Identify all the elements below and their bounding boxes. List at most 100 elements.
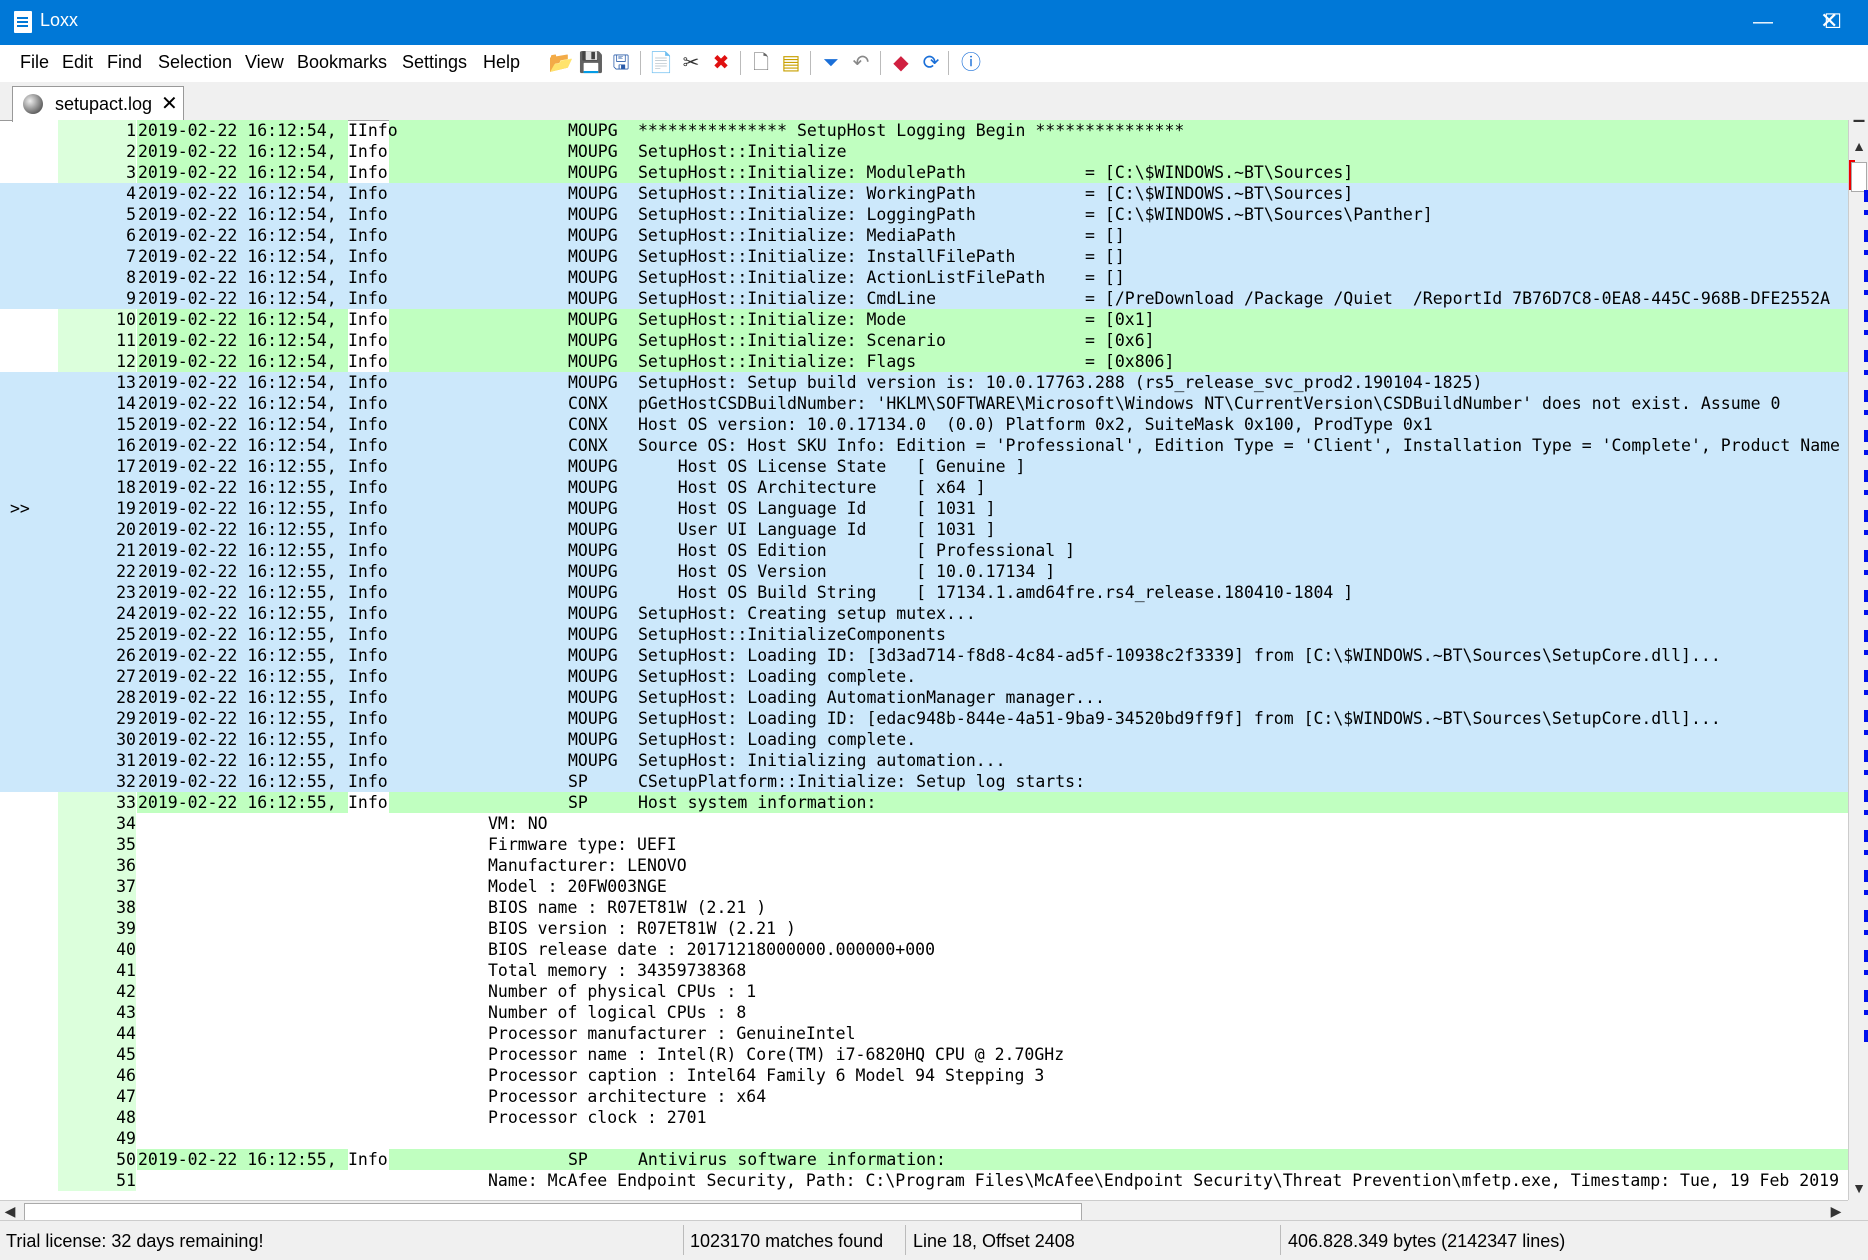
vertical-scroll-thumb[interactable]: [1851, 162, 1867, 192]
menu-file[interactable]: File: [20, 52, 49, 73]
log-line[interactable]: 47 Processor architecture : x64: [0, 1086, 1848, 1107]
bookmark-gutter[interactable]: [0, 477, 58, 498]
info-icon[interactable]: ⓘ: [958, 50, 984, 76]
minimize-button[interactable]: —: [1728, 0, 1798, 45]
log-line[interactable]: 17 2019-02-22 16:12:55, Info MOUPG Host OS …: [0, 456, 1848, 477]
menu-selection[interactable]: Selection: [158, 52, 232, 73]
bookmark-gutter[interactable]: [0, 729, 58, 750]
log-line[interactable]: 48 Processor clock : 2701: [0, 1107, 1848, 1128]
bookmark-gutter[interactable]: [0, 939, 58, 960]
scroll-up-icon[interactable]: ▔: [1849, 120, 1868, 138]
log-line[interactable]: 14 2019-02-22 16:12:54, Info CONX pGetHostCS…: [0, 393, 1848, 414]
log-line[interactable]: 29 2019-02-22 16:12:55, Info MOUPG SetupHost…: [0, 708, 1848, 729]
log-line[interactable]: 43 Number of logical CPUs : 8: [0, 1002, 1848, 1023]
log-line[interactable]: 44 Processor manufacturer : GenuineIntel: [0, 1023, 1848, 1044]
menu-view[interactable]: View: [245, 52, 284, 73]
log-line[interactable]: 40 BIOS release date : 20171218000000.000…: [0, 939, 1848, 960]
bookmark-gutter[interactable]: [0, 960, 58, 981]
log-line[interactable]: 18 2019-02-22 16:12:55, Info MOUPG Host OS …: [0, 477, 1848, 498]
bookmark-gutter[interactable]: [0, 624, 58, 645]
bookmark-gutter[interactable]: [0, 897, 58, 918]
bookmark-gutter[interactable]: [0, 1002, 58, 1023]
log-line[interactable]: 1 2019-02-22 16:12:54, IInfo MOUPG *********…: [0, 120, 1848, 141]
log-line[interactable]: 2 2019-02-22 16:12:54, Info MOUPG SetupHost:…: [0, 141, 1848, 162]
bookmark-gutter[interactable]: [0, 141, 58, 162]
scroll-up-arrow-icon[interactable]: ▲: [1849, 138, 1868, 156]
log-line[interactable]: 34 VM: NO: [0, 813, 1848, 834]
scroll-right-arrow-icon[interactable]: ▶: [1826, 1201, 1846, 1221]
log-line[interactable]: 37 Model : 20FW003NGE: [0, 876, 1848, 897]
bookmark-gutter[interactable]: [0, 519, 58, 540]
bookmark-gutter[interactable]: [0, 1044, 58, 1065]
bookmark-gutter[interactable]: [0, 1128, 58, 1149]
bookmark-gutter[interactable]: [0, 855, 58, 876]
log-line[interactable]: 35 Firmware type: UEFI: [0, 834, 1848, 855]
bookmark-gutter[interactable]: [0, 792, 58, 813]
log-line[interactable]: 9 2019-02-22 16:12:54, Info MOUPG SetupHost:…: [0, 288, 1848, 309]
bookmark-gutter[interactable]: [0, 246, 58, 267]
log-line[interactable]: 6 2019-02-22 16:12:54, Info MOUPG SetupHost:…: [0, 225, 1848, 246]
log-line[interactable]: 11 2019-02-22 16:12:54, Info MOUPG SetupHost…: [0, 330, 1848, 351]
log-line[interactable]: 24 2019-02-22 16:12:55, Info MOUPG SetupHost…: [0, 603, 1848, 624]
log-line[interactable]: 33 2019-02-22 16:12:55, Info SP Host system …: [0, 792, 1848, 813]
refresh-icon[interactable]: ⟳: [918, 50, 944, 76]
bookmark-gutter[interactable]: [0, 834, 58, 855]
log-line[interactable]: 45 Processor name : Intel(R) Core(TM) i7-…: [0, 1044, 1848, 1065]
save-icon[interactable]: 💾: [578, 50, 604, 76]
log-line[interactable]: 7 2019-02-22 16:12:54, Info MOUPG SetupHost:…: [0, 246, 1848, 267]
bookmark-gutter[interactable]: [0, 204, 58, 225]
bookmark-gutter[interactable]: [0, 1065, 58, 1086]
bookmark-gutter[interactable]: [0, 120, 58, 141]
copy-icon[interactable]: 📄: [648, 50, 674, 76]
log-line[interactable]: 41 Total memory : 34359738368: [0, 960, 1848, 981]
log-line[interactable]: 4 2019-02-22 16:12:54, Info MOUPG SetupHost:…: [0, 183, 1848, 204]
bookmark-gutter[interactable]: [0, 372, 58, 393]
bookmark-gutter[interactable]: [0, 603, 58, 624]
scroll-down-arrow-icon[interactable]: ▼: [1849, 1180, 1868, 1198]
log-line[interactable]: 20 2019-02-22 16:12:55, Info MOUPG User UI …: [0, 519, 1848, 540]
log-line[interactable]: 50 2019-02-22 16:12:55, Info SP Antivirus so…: [0, 1149, 1848, 1170]
log-line[interactable]: 32 2019-02-22 16:12:55, Info SP CSetupPlatfo…: [0, 771, 1848, 792]
log-line[interactable]: 28 2019-02-22 16:12:55, Info MOUPG SetupHost…: [0, 687, 1848, 708]
open-icon[interactable]: 📂: [548, 50, 574, 76]
bookmark-gutter[interactable]: [0, 393, 58, 414]
log-line[interactable]: 27 2019-02-22 16:12:55, Info MOUPG SetupHost…: [0, 666, 1848, 687]
bookmark-gutter[interactable]: [0, 687, 58, 708]
bookmark-gutter[interactable]: [0, 456, 58, 477]
bookmark-gutter[interactable]: >>: [0, 498, 58, 519]
menu-edit[interactable]: Edit: [62, 52, 93, 73]
eraser-icon[interactable]: ◆: [888, 50, 914, 76]
log-line[interactable]: 25 2019-02-22 16:12:55, Info MOUPG SetupHost…: [0, 624, 1848, 645]
bookmark-gutter[interactable]: [0, 1086, 58, 1107]
log-line[interactable]: 42 Number of physical CPUs : 1: [0, 981, 1848, 1002]
log-line[interactable]: 8 2019-02-22 16:12:54, Info MOUPG SetupHost:…: [0, 267, 1848, 288]
log-line[interactable]: 49: [0, 1128, 1848, 1149]
bookmark-gutter[interactable]: [0, 750, 58, 771]
log-line[interactable]: 31 2019-02-22 16:12:55, Info MOUPG SetupHost…: [0, 750, 1848, 771]
log-line[interactable]: 16 2019-02-22 16:12:54, Info CONX Source OS:…: [0, 435, 1848, 456]
log-line[interactable]: 51 Name: McAfee Endpoint Security, Path: …: [0, 1170, 1848, 1191]
save-as-icon[interactable]: 🖫: [608, 50, 634, 76]
bookmark-gutter[interactable]: [0, 771, 58, 792]
log-line[interactable]: 3 2019-02-22 16:12:54, Info MOUPG SetupHost:…: [0, 162, 1848, 183]
bookmark-gutter[interactable]: [0, 1149, 58, 1170]
bookmark-gutter[interactable]: [0, 582, 58, 603]
bookmark-gutter[interactable]: [0, 309, 58, 330]
menu-bookmarks[interactable]: Bookmarks: [297, 52, 387, 73]
bookmark-gutter[interactable]: [0, 813, 58, 834]
tab-close-icon[interactable]: ✕: [161, 91, 178, 116]
filter-icon[interactable]: ⏷: [818, 50, 844, 76]
log-line[interactable]: 21 2019-02-22 16:12:55, Info MOUPG Host OS …: [0, 540, 1848, 561]
cut-icon[interactable]: ✂: [678, 50, 704, 76]
bookmark-gutter[interactable]: [0, 435, 58, 456]
bookmark-gutter[interactable]: [0, 267, 58, 288]
new-document-icon[interactable]: 🗋: [748, 50, 774, 76]
log-line[interactable]: 38 BIOS name : R07ET81W (2.21 ): [0, 897, 1848, 918]
log-line[interactable]: >> 19 2019-02-22 16:12:55, Info MOUPG Host O…: [0, 498, 1848, 519]
bookmark-gutter[interactable]: [0, 288, 58, 309]
log-line[interactable]: 10 2019-02-22 16:12:54, Info MOUPG SetupHost…: [0, 309, 1848, 330]
bookmark-gutter[interactable]: [0, 981, 58, 1002]
bookmark-gutter[interactable]: [0, 540, 58, 561]
log-view[interactable]: 1 2019-02-22 16:12:54, IInfo MOUPG *********…: [0, 120, 1848, 1200]
highlight-icon[interactable]: ▤: [778, 50, 804, 76]
